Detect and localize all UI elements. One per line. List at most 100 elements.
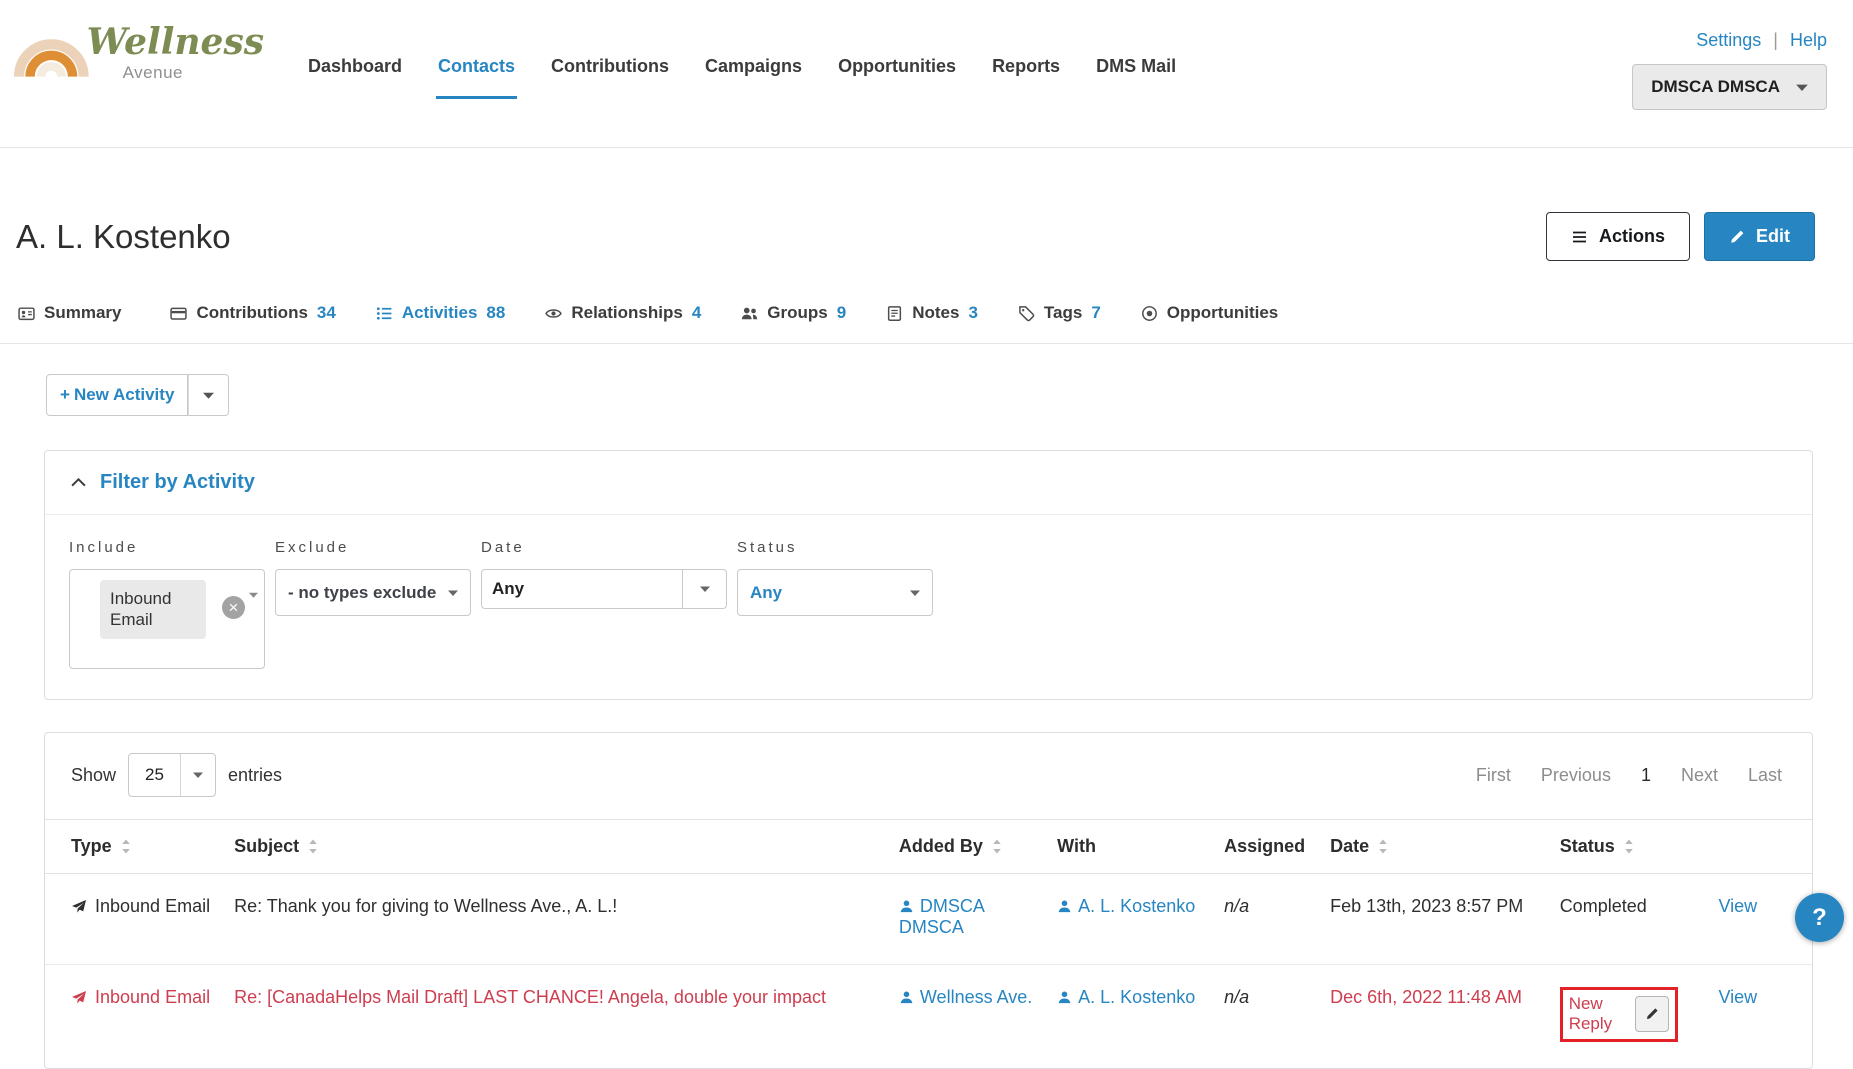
pagination-first[interactable]: First	[1476, 765, 1511, 786]
help-fab-button[interactable]: ?	[1795, 893, 1844, 942]
activity-status[interactable]: New Reply	[1569, 994, 1627, 1035]
contact-tabs: Summary Contributions 34 Activities 88 R…	[0, 303, 1853, 344]
sort-icon	[121, 839, 130, 854]
page-title: A. L. Kostenko	[16, 217, 231, 255]
tab-label: Tags	[1043, 303, 1083, 322]
chevron-down-icon	[249, 592, 258, 598]
assigned-value: n/a	[1224, 987, 1250, 1007]
date-select[interactable]: Any	[481, 569, 727, 609]
tab-count: 34	[316, 303, 336, 322]
tab-opportunities[interactable]: Opportunities	[1141, 303, 1287, 323]
pagination-current-page[interactable]: 1	[1641, 765, 1651, 786]
person-icon	[900, 991, 913, 1004]
header: Wellness Avenue Dashboard Contacts Contr…	[0, 0, 1853, 148]
remove-tag-icon[interactable]	[222, 596, 245, 619]
column-header-status[interactable]: Status	[1547, 819, 1707, 874]
table-row: Inbound Email Re: [CanadaHelps Mail Draf…	[45, 965, 1812, 1068]
nav-campaigns[interactable]: Campaigns	[705, 56, 802, 77]
sort-icon	[993, 839, 1001, 854]
nav-opportunities[interactable]: Opportunities	[838, 56, 956, 77]
column-header-added-by[interactable]: Added By	[886, 819, 1046, 874]
chevron-down-icon	[1796, 84, 1808, 91]
tab-contributions[interactable]: Contributions 34	[170, 303, 336, 323]
activities-icon	[376, 306, 392, 320]
help-link[interactable]: Help	[1790, 30, 1827, 51]
activities-table: Type Subject Added By With Assigned Date…	[45, 819, 1812, 1068]
column-header-assigned[interactable]: Assigned	[1212, 819, 1319, 874]
inbound-email-icon	[72, 990, 86, 1004]
nav-dashboard[interactable]: Dashboard	[308, 56, 402, 77]
pagination-previous[interactable]: Previous	[1541, 765, 1611, 786]
chevron-down-icon	[910, 590, 920, 596]
sort-icon	[1624, 839, 1633, 854]
nav-dms-mail[interactable]: DMS Mail	[1096, 56, 1176, 77]
tab-label: Activities	[401, 303, 478, 322]
top-links: Settings | Help	[1696, 30, 1827, 51]
view-activity-link[interactable]: View	[1718, 987, 1757, 1007]
header-right: Settings | Help DMSCA DMSCA	[1632, 30, 1827, 110]
edit-button[interactable]: Edit	[1704, 212, 1815, 261]
tab-count: 7	[1091, 303, 1101, 322]
status-select[interactable]: Any	[737, 569, 933, 616]
summary-icon	[18, 306, 35, 320]
menu-icon	[1572, 231, 1586, 242]
filter-panel: Filter by Activity Include Inbound Email…	[44, 450, 1813, 700]
page-size-value: 25	[145, 765, 164, 784]
new-activity-button[interactable]: + New Activity	[46, 374, 189, 416]
nav-reports[interactable]: Reports	[992, 56, 1060, 77]
with-contact-link[interactable]: A. L. Kostenko	[1057, 987, 1195, 1007]
actions-button[interactable]: Actions	[1545, 212, 1690, 261]
exclude-select[interactable]: - no types exclude	[275, 569, 471, 616]
filter-collapse-header[interactable]: Filter by Activity	[45, 451, 1812, 515]
view-activity-link[interactable]: View	[1718, 896, 1757, 916]
chevron-down-icon	[203, 392, 215, 399]
tab-activities[interactable]: Activities 88	[376, 303, 505, 323]
date-label: Date	[481, 539, 525, 556]
chevron-down-icon	[192, 772, 203, 778]
tab-relationships[interactable]: Relationships 4	[545, 303, 701, 323]
tab-tags[interactable]: Tags 7	[1018, 303, 1101, 323]
tab-label: Opportunities	[1166, 303, 1279, 322]
activity-subject: Re: Thank you for giving to Wellness Ave…	[222, 873, 887, 965]
status-value: Any	[750, 582, 783, 602]
contributions-icon	[170, 307, 188, 320]
groups-icon	[742, 307, 758, 319]
person-icon	[1058, 900, 1071, 913]
notes-icon	[888, 305, 902, 321]
nav-contacts[interactable]: Contacts	[436, 56, 518, 99]
tab-groups[interactable]: Groups 9	[741, 303, 846, 323]
activity-date: Dec 6th, 2022 11:48 AM	[1330, 987, 1522, 1007]
user-name: DMSCA DMSCA	[1651, 77, 1780, 96]
activity-status: Completed	[1547, 873, 1707, 965]
date-value: Any	[492, 579, 525, 598]
person-icon	[1058, 991, 1071, 1004]
column-header-subject[interactable]: Subject	[222, 819, 887, 874]
include-multiselect[interactable]: Inbound Email	[69, 569, 265, 669]
column-header-date[interactable]: Date	[1318, 819, 1548, 874]
pagination-last[interactable]: Last	[1748, 765, 1782, 786]
column-header-with[interactable]: With	[1045, 819, 1213, 874]
tab-notes[interactable]: Notes 3	[886, 303, 978, 323]
edit-status-button[interactable]	[1634, 996, 1669, 1033]
relationships-icon	[545, 308, 563, 318]
brand-logo[interactable]: Wellness Avenue	[12, 8, 264, 92]
activity-subject: Re: [CanadaHelps Mail Draft] LAST CHANCE…	[234, 987, 827, 1007]
with-contact-link[interactable]: A. L. Kostenko	[1057, 896, 1195, 916]
include-tag-chip: Inbound Email	[100, 580, 206, 639]
user-menu-button[interactable]: DMSCA DMSCA	[1632, 64, 1827, 110]
sort-icon	[1379, 839, 1387, 854]
page-size-select[interactable]: 25	[128, 753, 216, 797]
exclude-label: Exclude	[275, 539, 350, 556]
added-by-contact-link[interactable]: DMSCA DMSCA	[899, 896, 984, 937]
column-header-type[interactable]: Type	[45, 819, 223, 874]
pagination-next[interactable]: Next	[1681, 765, 1718, 786]
new-activity-dropdown-button[interactable]	[188, 374, 230, 416]
main-nav: Dashboard Contacts Contributions Campaig…	[308, 56, 1176, 99]
rainbow-arch-icon	[13, 39, 89, 78]
filter-title: Filter by Activity	[100, 471, 255, 493]
settings-link[interactable]: Settings	[1696, 30, 1761, 51]
tab-summary[interactable]: Summary	[18, 303, 130, 323]
added-by-contact-link[interactable]: Wellness Ave.	[899, 987, 1032, 1007]
include-label: Include	[69, 539, 139, 556]
nav-contributions[interactable]: Contributions	[551, 56, 669, 77]
